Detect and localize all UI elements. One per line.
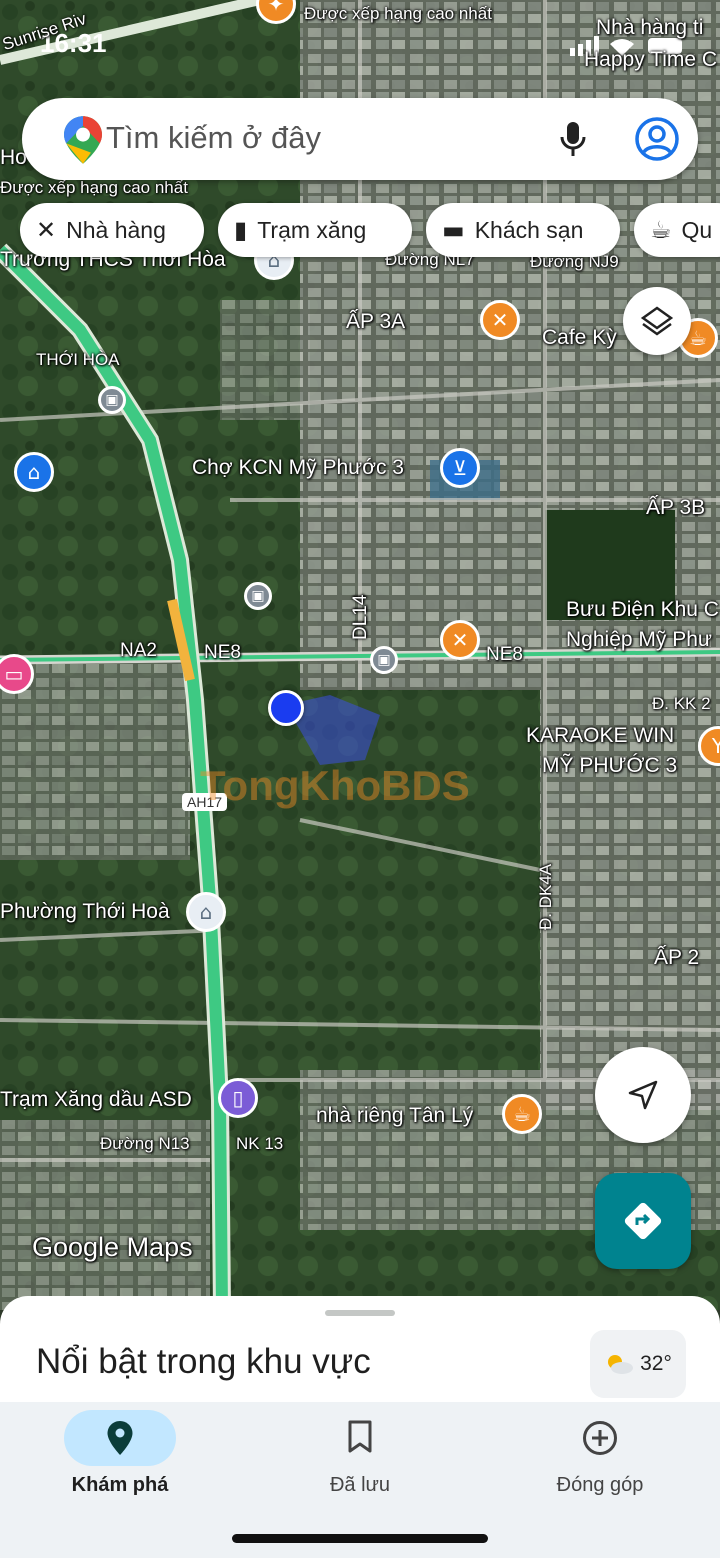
hotel-icon: ▬: [442, 216, 465, 244]
search-bar[interactable]: Tìm kiếm ở đây: [22, 98, 698, 180]
bottom-navigation: Khám phá Đã lưu Đóng góp: [0, 1402, 720, 1558]
cafe-icon[interactable]: ☕: [502, 1094, 542, 1134]
restaurant-icon: ✕: [36, 216, 57, 244]
chip-gas-stations[interactable]: ▮ Trạm xăng: [218, 203, 412, 257]
chip-label: Khách sạn: [474, 216, 584, 243]
nav-label: Khám phá: [71, 1474, 169, 1496]
map-label: ẤP 3A: [346, 310, 406, 333]
map-label: THỚI HÒA: [36, 350, 120, 369]
weather-chip[interactable]: 32°: [590, 1330, 686, 1398]
map-label: Nhà hàng ti: [596, 16, 704, 39]
map-label: ẤP 3B: [646, 496, 706, 519]
map-label: Được xếp hạng cao nhất: [0, 178, 188, 197]
gas-station-icon[interactable]: ▯: [218, 1078, 258, 1118]
chip-restaurants[interactable]: ✕ Nhà hàng: [20, 203, 204, 257]
map-label: Đ. KK 2: [652, 694, 711, 713]
map-label: Chợ KCN Mỹ Phước 3: [192, 456, 404, 479]
restaurant-icon[interactable]: ✕: [480, 300, 520, 340]
map-label: Happy Time C: [584, 48, 718, 71]
chip-hotels[interactable]: ▬ Khách sạn: [426, 203, 620, 257]
google-maps-pin-icon: [64, 116, 102, 164]
nav-saved[interactable]: Đã lưu: [240, 1402, 480, 1522]
bus-stop-icon[interactable]: ▣: [370, 646, 398, 674]
drag-handle[interactable]: [325, 1310, 395, 1316]
chip-label: Qu: [681, 216, 713, 243]
map-label: Trạm Xăng dầu ASD: [0, 1088, 192, 1111]
bus-stop-icon[interactable]: ▣: [98, 386, 126, 414]
gas-station-icon: ▮: [234, 216, 248, 244]
search-input[interactable]: Tìm kiếm ở đây: [106, 120, 321, 156]
directions-icon: [624, 1202, 662, 1240]
map-label: Nghiệp Mỹ Phư: [566, 628, 712, 651]
map-label: Được xếp hạng cao nhất: [304, 4, 492, 23]
add-circle-icon: [583, 1421, 617, 1455]
map-label: Phường Thới Hoà: [0, 900, 170, 923]
my-location-button[interactable]: [595, 1047, 691, 1143]
bottom-sheet[interactable]: Nổi bật trong khu vực 32°: [0, 1296, 720, 1416]
map-label: Cafe Kỳ: [542, 326, 617, 349]
chip-label: Nhà hàng: [66, 216, 166, 243]
partly-cloudy-icon: [608, 1355, 634, 1374]
map-label: DL14: [350, 594, 371, 640]
shopping-icon[interactable]: ⌂: [14, 452, 54, 492]
map-label: ẤP 2: [654, 946, 700, 969]
map-label: KARAOKE WIN: [526, 724, 675, 747]
restaurant-icon[interactable]: ✕: [440, 620, 480, 660]
nav-contribute[interactable]: Đóng góp: [480, 1402, 720, 1522]
sheet-title: Nổi bật trong khu vực: [36, 1342, 371, 1381]
map-label: NE8: [204, 642, 241, 663]
layers-button[interactable]: [623, 287, 691, 355]
navigation-arrow-icon: [628, 1080, 658, 1110]
microphone-icon[interactable]: [560, 120, 586, 158]
map-label: NE8: [486, 644, 523, 665]
chip-coffee[interactable]: ☕ Qu: [634, 203, 720, 257]
government-icon[interactable]: ⌂: [186, 892, 226, 932]
map-label: Đường N13: [100, 1134, 190, 1153]
chip-label: Trạm xăng: [257, 216, 367, 243]
account-avatar-icon[interactable]: [634, 116, 680, 162]
map-label: NK 13: [236, 1134, 284, 1153]
bookmark-icon: [348, 1420, 372, 1453]
explore-pin-icon: [107, 1421, 133, 1455]
bus-stop-icon[interactable]: ▣: [244, 582, 272, 610]
map-label: NA2: [120, 640, 157, 661]
map-label: Bưu Điện Khu C: [566, 598, 719, 621]
nav-explore[interactable]: Khám phá: [0, 1402, 240, 1522]
nav-label: Đóng góp: [556, 1474, 644, 1496]
home-indicator: [232, 1534, 488, 1543]
shopping-cart-icon[interactable]: ⊻: [440, 448, 480, 488]
coffee-icon: ☕: [650, 216, 672, 244]
nav-label: Đã lưu: [329, 1474, 391, 1496]
map-label: Đ. DK4A: [536, 863, 555, 930]
layers-icon: [640, 306, 674, 336]
map-label: MỸ PHƯỚC 3: [542, 754, 678, 777]
weather-temp: 32°: [640, 1352, 672, 1375]
directions-button[interactable]: [595, 1173, 691, 1269]
current-location-dot: [268, 690, 304, 726]
google-maps-logo: Google Maps: [32, 1232, 193, 1262]
map-label: nhà riêng Tân Lý: [316, 1104, 474, 1127]
watermark: TongKhoBDS: [200, 762, 470, 809]
